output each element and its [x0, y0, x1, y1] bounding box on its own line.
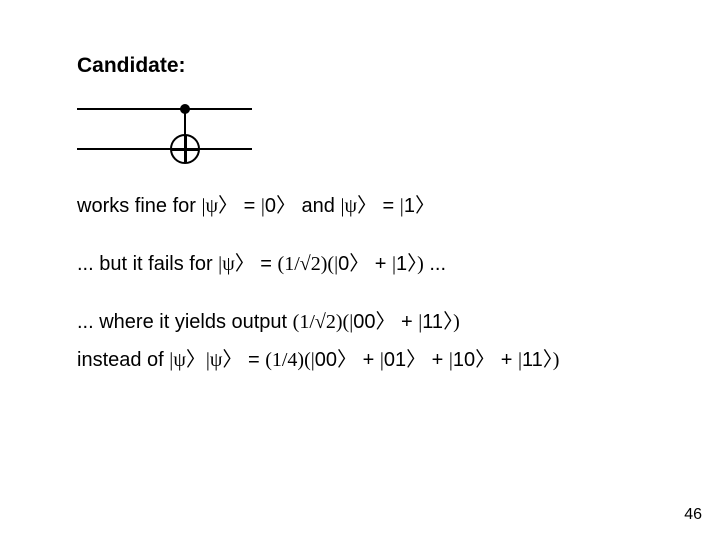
text: 01 [384, 349, 406, 371]
text: )( [336, 311, 349, 333]
ket-close: 〉 [407, 253, 417, 275]
sqrt-glyph: √ [315, 311, 326, 333]
text: + [357, 349, 380, 371]
text: 1 [299, 311, 309, 333]
ket-close: 〉 [349, 253, 369, 275]
psi-glyph: ψ [344, 195, 357, 217]
text: 2 [326, 311, 336, 333]
ket-close: 〉 [375, 311, 395, 333]
cnot-circuit [77, 96, 252, 166]
text: 0 [265, 195, 276, 217]
text: 0 [338, 253, 349, 275]
ket-close: 〉 [357, 195, 377, 217]
ket-close: 〉 [276, 195, 296, 217]
text: 1 [284, 253, 294, 275]
ket-close: 〉 [218, 195, 238, 217]
text: 1 [396, 253, 407, 275]
ket-close: 〉 [415, 195, 435, 217]
line-instead: instead of |ψ〉|ψ〉 = (1/4)(|00〉 + |01〉 + … [77, 348, 667, 372]
slide-title: Candidate: [77, 54, 667, 78]
ket-close: 〉 [337, 349, 357, 371]
sqrt-glyph: √ [300, 253, 311, 275]
text: = [238, 195, 261, 217]
psi-glyph: ψ [222, 253, 235, 275]
text: 00 [353, 311, 375, 333]
text: 10 [453, 349, 475, 371]
text: instead of [77, 349, 169, 371]
text: and [296, 195, 340, 217]
text: ( [265, 349, 272, 371]
ket-close: 〉 [406, 349, 426, 371]
text: = [377, 195, 400, 217]
text: 11 [522, 349, 543, 371]
ket-close: 〉 [235, 253, 255, 275]
ket-close: 〉 [543, 349, 553, 371]
control-dot-icon [180, 104, 190, 114]
psi-glyph: ψ [173, 349, 186, 371]
text: )( [321, 253, 334, 275]
text: + [369, 253, 392, 275]
ket-close: 〉 [186, 349, 206, 371]
text: + [426, 349, 449, 371]
text: 1 [404, 195, 415, 217]
ket-close: 〉 [475, 349, 495, 371]
line-where: ... where it yields output (1/√2)(|00〉 +… [77, 310, 667, 334]
line-works: works fine for |ψ〉 = |0〉 and |ψ〉 = |1〉 [77, 194, 667, 218]
text: 1 [272, 349, 282, 371]
text: ) [553, 349, 560, 371]
line-fails: ... but it fails for |ψ〉 = (1/√2)(|0〉 + … [77, 252, 667, 276]
target-xor-icon [170, 134, 200, 164]
psi-glyph: ψ [210, 349, 223, 371]
text: 11 [422, 311, 443, 333]
wire-top [77, 108, 252, 110]
psi-glyph: ψ [206, 195, 219, 217]
text: ... but it fails for [77, 253, 218, 275]
text: ... [424, 253, 446, 275]
text: ... where it yields output [77, 311, 293, 333]
text: = [255, 253, 278, 275]
text: + [395, 311, 418, 333]
text: works fine for [77, 195, 201, 217]
text: 2 [311, 253, 321, 275]
text: )( [297, 349, 310, 371]
text: ) [417, 253, 424, 275]
text: = [242, 349, 265, 371]
text: ) [453, 311, 460, 333]
ket-close: 〉 [222, 349, 242, 371]
text: 4 [287, 349, 297, 371]
text: + [495, 349, 518, 371]
ket-close: 〉 [443, 311, 453, 333]
page-number: 46 [684, 506, 702, 524]
wire-bottom [77, 148, 252, 150]
text: 00 [315, 349, 337, 371]
